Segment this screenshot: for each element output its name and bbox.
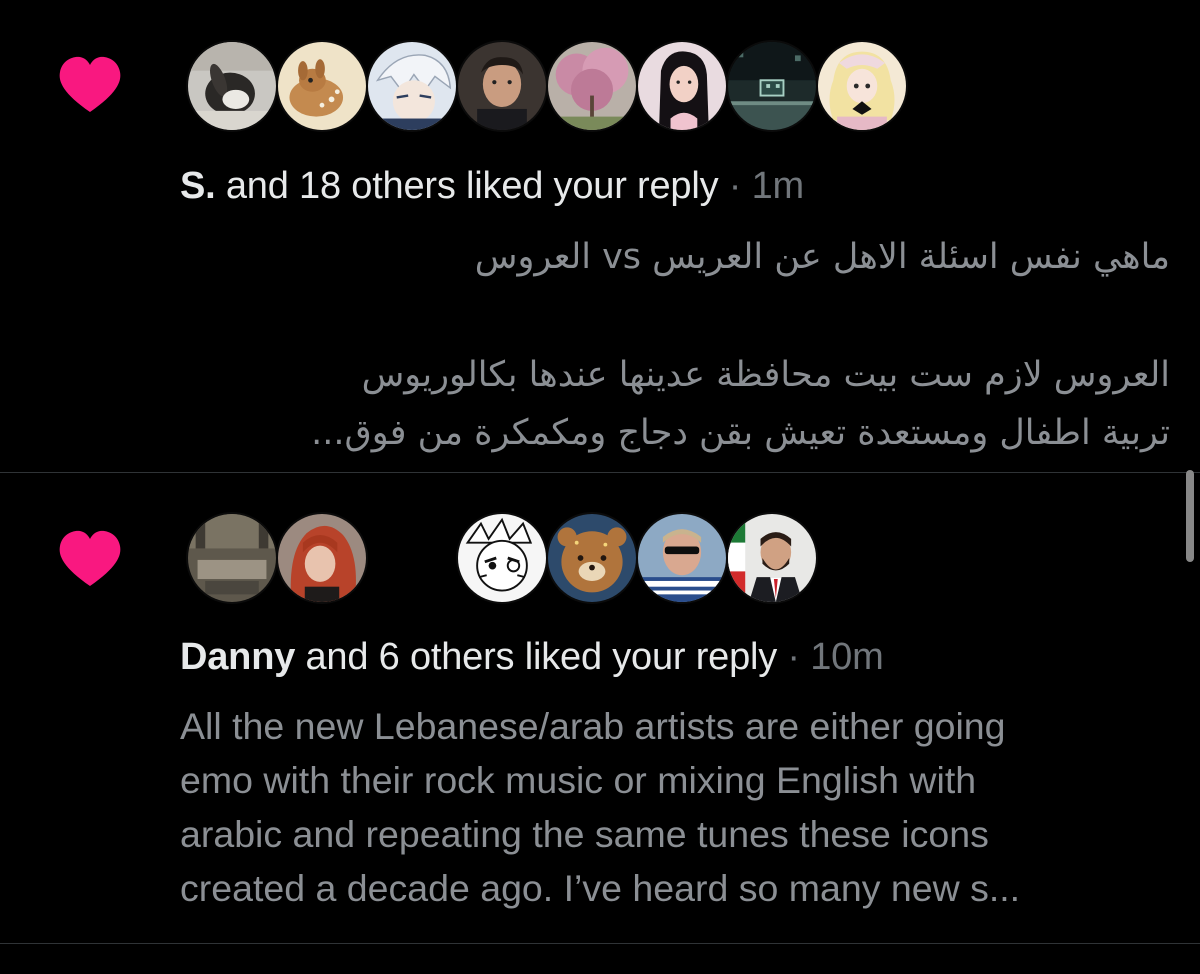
- avatar[interactable]: [546, 40, 638, 132]
- avatar[interactable]: [636, 512, 728, 604]
- reply-text-line: ماهي نفس اسئلة الاهل عن العريس vs العروس: [474, 237, 1170, 277]
- separator-dot: ·: [777, 636, 811, 678]
- avatar[interactable]: [726, 512, 818, 604]
- like-action-text: and 18 others liked your reply: [215, 165, 719, 207]
- avatar[interactable]: [186, 40, 278, 132]
- reply-text[interactable]: All the new Lebanese/arab artists are ei…: [180, 699, 1180, 915]
- notification-like-1[interactable]: S. and 18 others liked your reply · 1m م…: [0, 0, 1200, 472]
- separator-dot: ·: [718, 165, 752, 207]
- avatar[interactable]: [456, 40, 548, 132]
- timestamp: 10m: [810, 636, 884, 678]
- avatar[interactable]: [366, 40, 458, 132]
- avatar[interactable]: [726, 40, 818, 132]
- like-action-text: and 6 others liked your reply: [295, 636, 778, 678]
- divider: [0, 943, 1200, 944]
- avatar[interactable]: [546, 512, 638, 604]
- notification-headline[interactable]: Danny and 6 others liked your reply · 10…: [180, 634, 884, 680]
- avatar[interactable]: [816, 40, 908, 132]
- reply-text-line: All the new Lebanese/arab artists are ei…: [180, 705, 1006, 747]
- avatar[interactable]: [636, 40, 728, 132]
- avatar[interactable]: [456, 512, 548, 604]
- reply-text-line: العروس لازم ست بيت محافظة عدينها عندها ب…: [361, 355, 1170, 395]
- heart-icon: [59, 56, 121, 112]
- liker-name[interactable]: S.: [180, 165, 216, 207]
- timestamp: 1m: [751, 165, 805, 207]
- avatar[interactable]: [186, 512, 278, 604]
- heart-icon: [59, 530, 121, 586]
- reply-text[interactable]: ماهي نفس اسئلة الاهل عن العريس vs العروس…: [210, 228, 1170, 462]
- notification-like-2[interactable]: Danny and 6 others liked your reply · 10…: [0, 473, 1200, 943]
- liker-name[interactable]: Danny: [180, 636, 295, 678]
- reply-text-line: arabic and repeating the same tunes thes…: [180, 813, 989, 855]
- reply-text-line: emo with their rock music or mixing Engl…: [180, 759, 977, 801]
- reply-text-line: created a decade ago. I’ve heard so many…: [180, 867, 1021, 909]
- avatar[interactable]: [276, 40, 368, 132]
- scrollbar[interactable]: [1186, 470, 1194, 562]
- reply-text-line: تربية اطفال ومستعدة تعيش بقن دجاج ومكمكر…: [311, 413, 1170, 453]
- notification-headline[interactable]: S. and 18 others liked your reply · 1m: [180, 163, 804, 209]
- avatar[interactable]: [276, 512, 368, 604]
